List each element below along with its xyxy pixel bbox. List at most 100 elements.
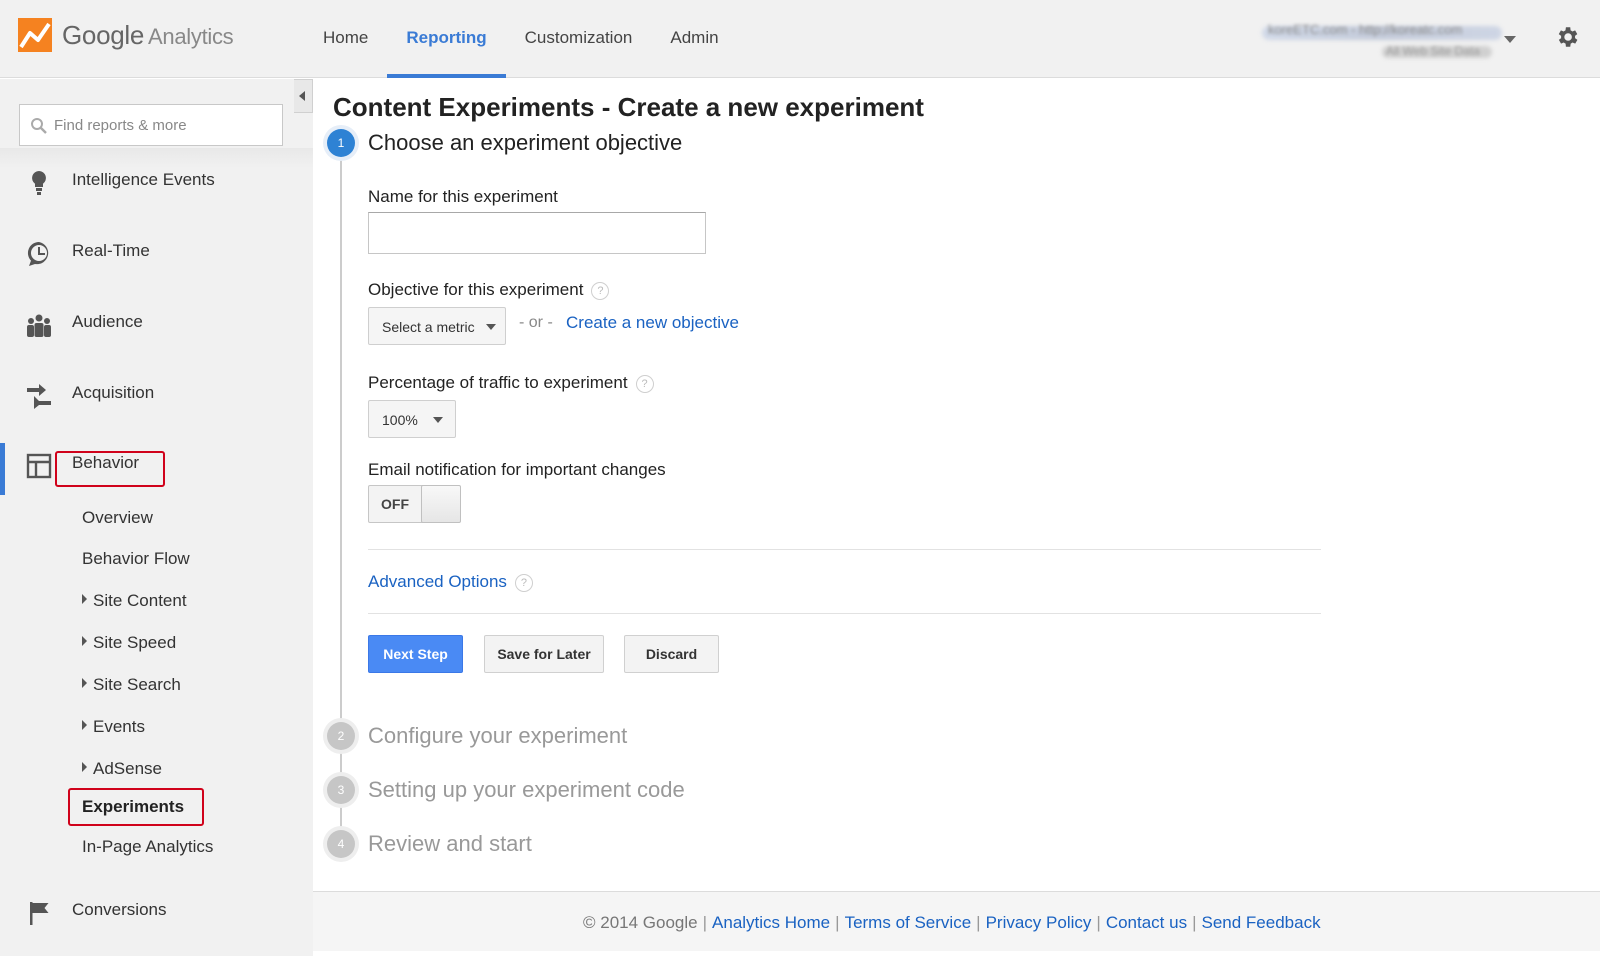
- behavior-sub-overview[interactable]: Overview: [82, 508, 153, 528]
- step-3-title: Setting up your experiment code: [368, 777, 685, 802]
- footer-link-contact[interactable]: Contact us: [1106, 913, 1187, 932]
- step-4-title: Review and start: [368, 831, 532, 856]
- flag-icon: [30, 902, 49, 925]
- footer-links: © 2014 Google | Analytics Home | Terms of Se…: [583, 913, 1321, 933]
- expand-triangle-icon: [82, 720, 87, 730]
- layout-icon: [26, 453, 52, 479]
- footer-link-feedback[interactable]: Send Feedback: [1202, 913, 1321, 932]
- nav-admin[interactable]: Admin: [651, 0, 737, 78]
- nav-customization[interactable]: Customization: [506, 0, 652, 78]
- logo-text: Google Analytics: [62, 19, 234, 51]
- lightbulb-icon: [32, 171, 46, 195]
- sidebar-item-audience[interactable]: Audience: [0, 300, 313, 346]
- footer-separator: |: [702, 913, 708, 932]
- objective-select-value: Select a metric: [382, 319, 475, 335]
- create-objective-link[interactable]: Create a new objective: [566, 313, 739, 333]
- people-icon: [27, 314, 51, 337]
- page-title: Content Experiments - Create a new exper…: [333, 92, 924, 122]
- sidebar-search: [19, 104, 283, 146]
- account-caret-icon[interactable]: [1504, 36, 1516, 43]
- logo-product: Analytics: [148, 23, 234, 49]
- behavior-sub-in-page-analytics[interactable]: In-Page Analytics: [82, 837, 213, 857]
- account-view: All Web Site Data: [1386, 44, 1480, 58]
- expand-triangle-icon: [82, 594, 87, 604]
- account-selector[interactable]: koreETC.com - http://koreatc.com All Web…: [1262, 14, 1522, 64]
- top-nav: Home Reporting Customization Admin: [304, 0, 738, 78]
- expand-triangle-icon: [82, 762, 87, 772]
- help-icon[interactable]: ?: [635, 375, 654, 393]
- sidebar-item-real-time[interactable]: Real-Time: [0, 229, 313, 275]
- discard-button[interactable]: Discard: [624, 635, 719, 673]
- google-analytics-logo[interactable]: Google Analytics: [18, 18, 234, 52]
- top-header: Google Analytics Home Reporting Customiza…: [0, 0, 1600, 78]
- name-label: Name for this experiment: [368, 187, 558, 206]
- or-separator: - or -: [519, 314, 553, 331]
- arrows-icon: [27, 384, 51, 409]
- traffic-label-text: Percentage of traffic to experiment: [368, 373, 628, 392]
- search-input[interactable]: [54, 105, 276, 145]
- divider: [368, 613, 1321, 614]
- step-2-title: Configure your experiment: [368, 723, 628, 748]
- account-name: koreETC.com - http://koreatc.com: [1268, 22, 1463, 37]
- search-icon: [31, 118, 47, 134]
- email-notification-toggle[interactable]: OFF: [368, 485, 461, 523]
- traffic-select[interactable]: 100%: [368, 400, 456, 438]
- email-label: Email notification for important changes: [368, 460, 666, 479]
- step-1-title: Choose an experiment objective: [368, 130, 683, 155]
- behavior-sub-behavior-flow[interactable]: Behavior Flow: [82, 549, 190, 569]
- next-step-button[interactable]: Next Step: [368, 635, 463, 673]
- collapse-arrow-icon: [299, 91, 305, 101]
- behavior-highlight-box: [55, 451, 165, 487]
- chevron-down-icon: [486, 324, 496, 330]
- expand-triangle-icon: [82, 636, 87, 646]
- logo-brand: Google: [62, 19, 145, 50]
- behavior-sub-experiments[interactable]: Experiments: [82, 797, 184, 817]
- behavior-sub-site-content[interactable]: Site Content: [82, 591, 187, 611]
- nav-home[interactable]: Home: [304, 0, 387, 78]
- sidebar-item-label: Acquisition: [72, 383, 155, 402]
- objective-select[interactable]: Select a metric: [368, 307, 506, 345]
- sidebar-item-label: Real-Time: [72, 241, 150, 260]
- sub-item-label: AdSense: [93, 759, 162, 778]
- traffic-label: Percentage of traffic to experiment?: [368, 373, 654, 393]
- main-content: [313, 79, 1600, 956]
- experiment-name-input[interactable]: [368, 212, 706, 254]
- step-1-badge: 1: [327, 129, 355, 157]
- behavior-sub-adsense[interactable]: AdSense: [82, 759, 162, 779]
- step-3-badge: 3: [327, 776, 355, 804]
- nav-reporting[interactable]: Reporting: [387, 0, 506, 78]
- step-2-badge: 2: [327, 722, 355, 750]
- expand-triangle-icon: [82, 678, 87, 688]
- step-4-badge: 4: [327, 830, 355, 858]
- footer-link-analytics-home[interactable]: Analytics Home: [712, 913, 830, 932]
- sub-item-label: Site Content: [93, 591, 187, 610]
- behavior-sub-site-search[interactable]: Site Search: [82, 675, 181, 695]
- behavior-sub-site-speed[interactable]: Site Speed: [82, 633, 176, 653]
- sub-item-label: Site Search: [93, 675, 181, 694]
- toggle-knob: [421, 485, 461, 523]
- sidebar-item-intelligence-events[interactable]: Intelligence Events: [0, 158, 313, 204]
- gear-icon[interactable]: [1554, 24, 1580, 50]
- help-icon[interactable]: ?: [514, 574, 533, 592]
- sidebar-item-label: Audience: [72, 312, 143, 331]
- traffic-select-value: 100%: [382, 412, 418, 428]
- objective-label: Objective for this experiment?: [368, 280, 610, 300]
- advanced-options: Advanced Options?: [368, 572, 533, 592]
- sidebar-item-acquisition[interactable]: Acquisition: [0, 371, 313, 417]
- objective-label-text: Objective for this experiment: [368, 280, 584, 299]
- sidebar-collapse-button[interactable]: [294, 79, 313, 113]
- copyright: © 2014 Google: [583, 913, 698, 932]
- behavior-sub-events[interactable]: Events: [82, 717, 145, 737]
- save-for-later-button[interactable]: Save for Later: [484, 635, 604, 673]
- footer-link-terms[interactable]: Terms of Service: [845, 913, 972, 932]
- sidebar-item-label: Intelligence Events: [72, 170, 215, 189]
- sidebar-item-conversions[interactable]: Conversions: [0, 888, 313, 934]
- footer-separator: |: [976, 913, 981, 932]
- footer-link-privacy[interactable]: Privacy Policy: [986, 913, 1092, 932]
- advanced-options-link[interactable]: Advanced Options: [368, 572, 507, 591]
- help-icon[interactable]: ?: [591, 282, 610, 300]
- footer-separator: |: [835, 913, 840, 932]
- footer: © 2014 Google | Analytics Home | Terms of Se…: [313, 891, 1600, 951]
- footer-separator: |: [1096, 913, 1101, 932]
- clock-icon: [27, 241, 49, 266]
